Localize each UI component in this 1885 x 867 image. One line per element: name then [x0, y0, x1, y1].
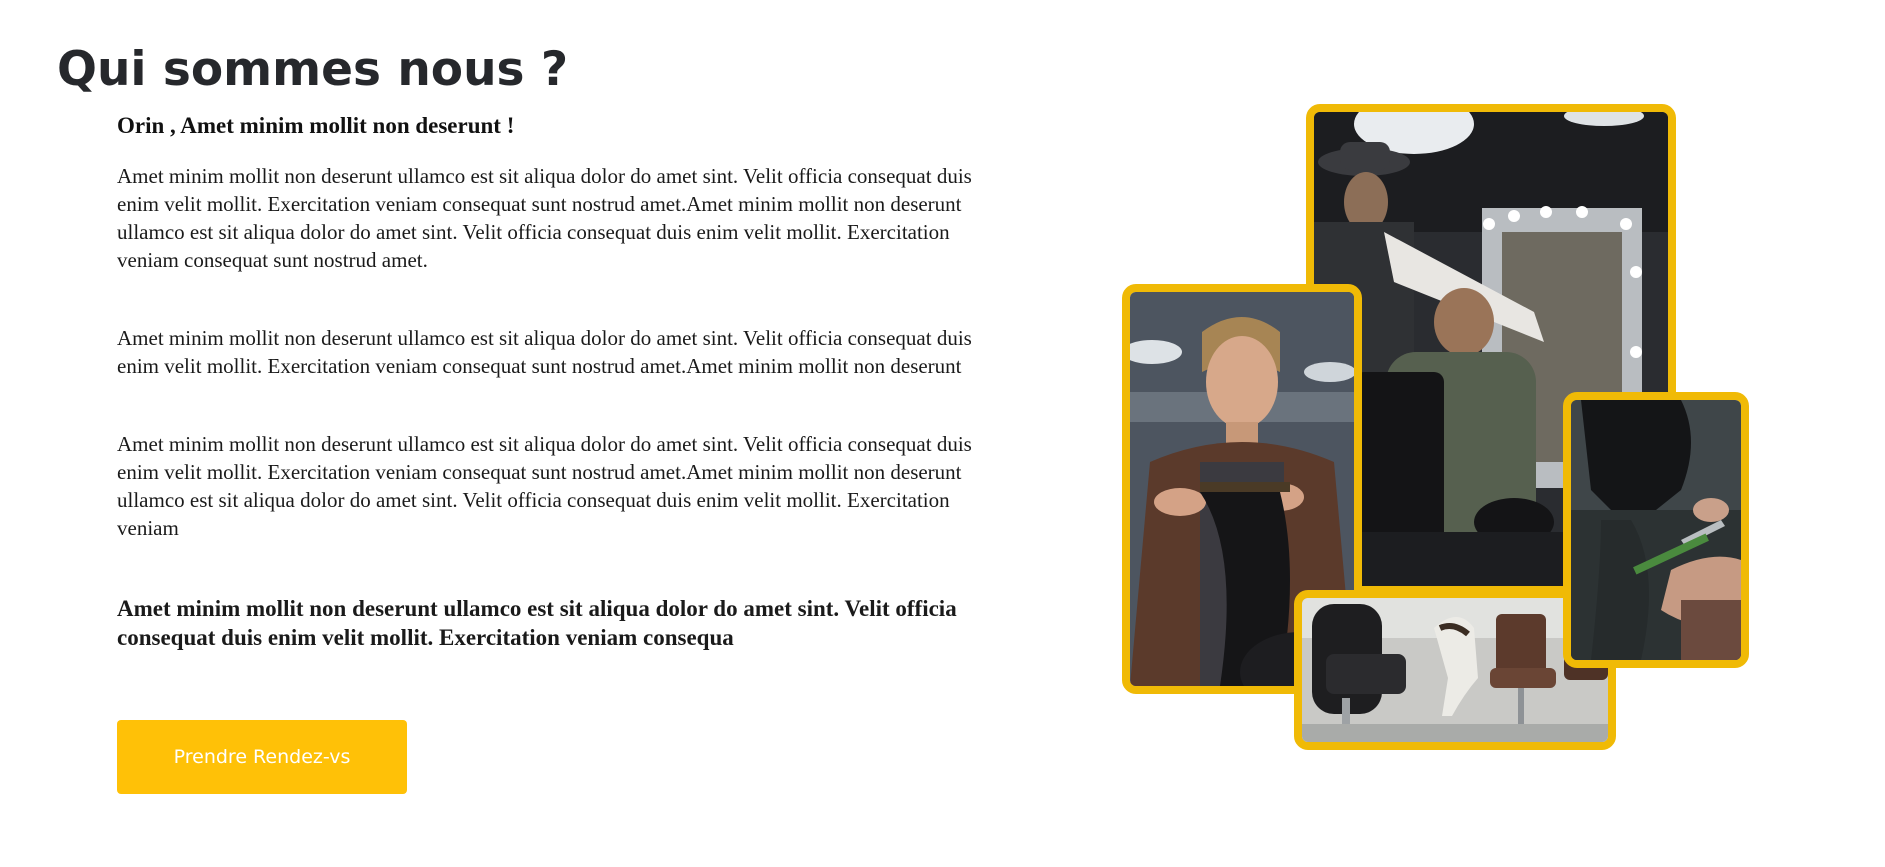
- about-text-block: Orin , Amet minim mollit non deserunt ! …: [117, 112, 1007, 652]
- book-appointment-button[interactable]: Prendre Rendez-vs: [117, 720, 407, 794]
- about-paragraph-2: Amet minim mollit non deserunt ullamco e…: [117, 326, 972, 378]
- section-subtitle: Orin , Amet minim mollit non deserunt !: [117, 113, 515, 138]
- about-paragraph-3: Amet minim mollit non deserunt ullamco e…: [117, 432, 972, 540]
- about-paragraph-1: Amet minim mollit non deserunt ullamco e…: [117, 164, 972, 272]
- scissors-haircut-photo: [1563, 392, 1749, 668]
- highlight-text: Amet minim mollit non deserunt ullamco e…: [117, 596, 957, 650]
- section-title: Qui sommes nous ?: [57, 42, 569, 97]
